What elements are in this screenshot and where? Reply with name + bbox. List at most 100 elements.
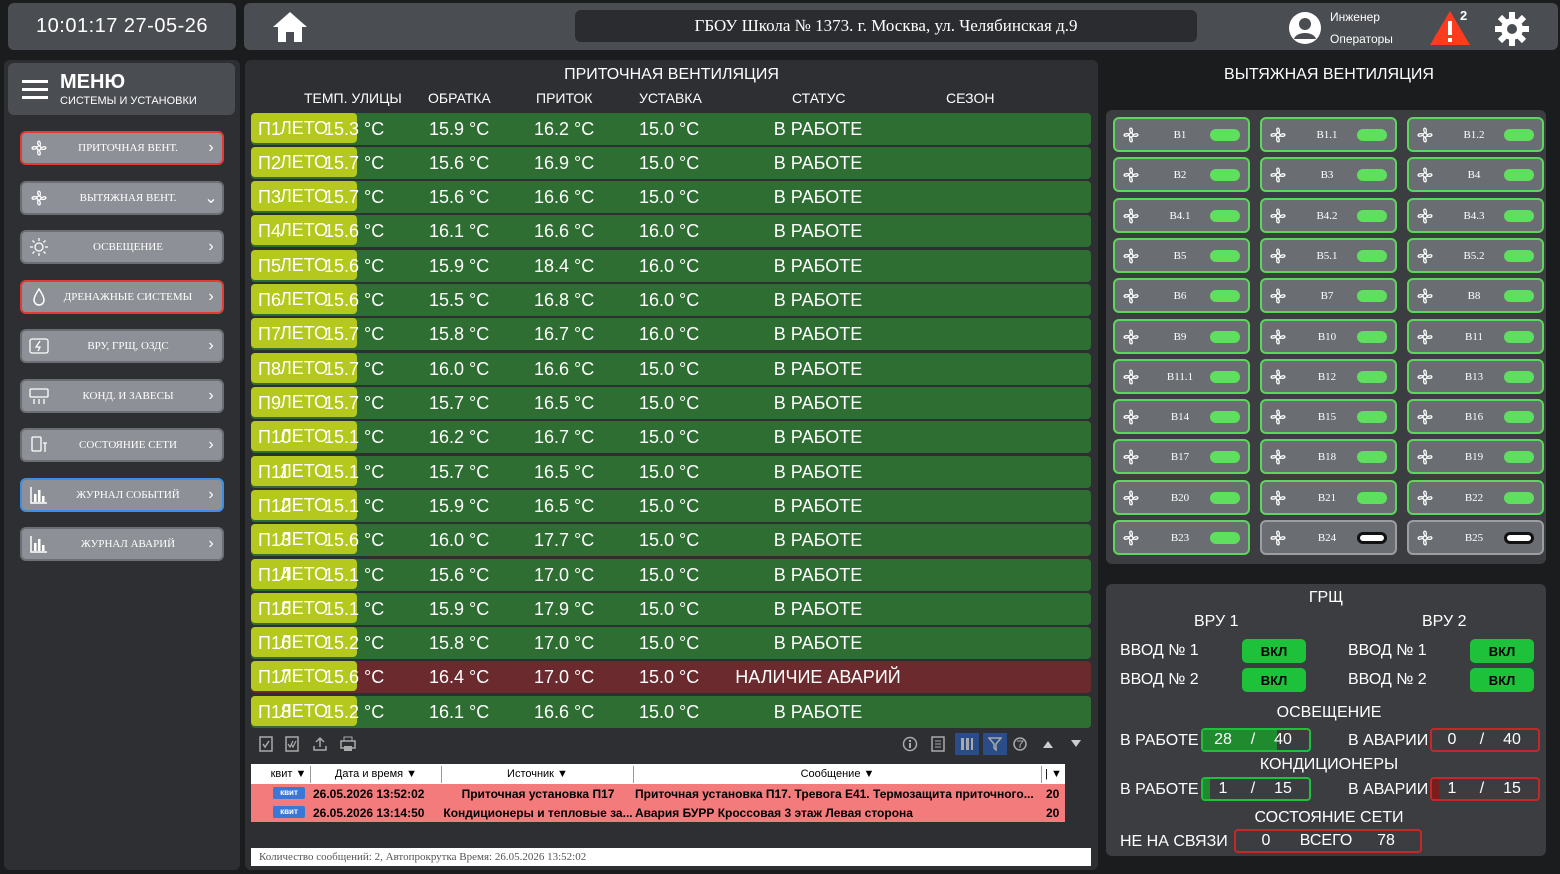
sidebar-item-4[interactable]: ДРЕНАЖНЫЕ СИСТЕМЫ › bbox=[20, 279, 224, 314]
col-priority[interactable]: | ▼ bbox=[1042, 766, 1065, 783]
fan-toggle[interactable] bbox=[1357, 249, 1387, 262]
fan-toggle[interactable] bbox=[1210, 330, 1240, 343]
exhaust-fan-tile[interactable]: В4.1 bbox=[1113, 197, 1250, 233]
fan-toggle[interactable] bbox=[1357, 169, 1387, 182]
vru2-input2-button[interactable]: ВКЛ bbox=[1470, 668, 1534, 692]
fan-toggle[interactable] bbox=[1210, 169, 1240, 182]
sidebar-item-6[interactable]: КОНД. И ЗАВЕСЫ › bbox=[20, 378, 224, 413]
fan-toggle[interactable] bbox=[1504, 411, 1534, 424]
exhaust-fan-tile[interactable]: В14 bbox=[1113, 399, 1250, 435]
vru2-input1-button[interactable]: ВКЛ bbox=[1470, 639, 1534, 663]
fan-toggle[interactable] bbox=[1504, 290, 1534, 303]
fan-toggle[interactable] bbox=[1210, 129, 1240, 141]
fan-toggle[interactable] bbox=[1504, 169, 1534, 182]
exhaust-fan-tile[interactable]: В4.3 bbox=[1407, 197, 1544, 233]
home-icon[interactable] bbox=[270, 10, 310, 44]
ack-icon[interactable] bbox=[257, 735, 275, 753]
fan-toggle[interactable] bbox=[1210, 249, 1240, 262]
supply-row[interactable]: П9 15.7 °C 15.7 °C 16.5 °C 15.0 °C В РАБ… bbox=[251, 387, 1091, 419]
fan-toggle[interactable] bbox=[1210, 290, 1240, 303]
fan-toggle[interactable] bbox=[1504, 370, 1534, 383]
fan-toggle[interactable] bbox=[1210, 491, 1240, 504]
exhaust-fan-tile[interactable]: В19 bbox=[1407, 439, 1544, 475]
col-datetime[interactable]: Дата и время ▼ bbox=[311, 766, 442, 783]
fan-toggle[interactable] bbox=[1357, 209, 1387, 222]
ack-all-icon[interactable] bbox=[283, 735, 301, 753]
scroll-up-icon[interactable] bbox=[1039, 735, 1057, 753]
fan-toggle[interactable] bbox=[1357, 290, 1387, 303]
menu-header[interactable]: МЕНЮ СИСТЕМЫ И УСТАНОВКИ bbox=[8, 63, 235, 115]
export-icon[interactable] bbox=[311, 735, 329, 753]
info-icon[interactable] bbox=[901, 735, 919, 753]
exhaust-fan-tile[interactable]: В16 bbox=[1407, 399, 1544, 435]
exhaust-fan-tile[interactable]: В12 bbox=[1260, 358, 1397, 394]
fan-toggle[interactable] bbox=[1210, 532, 1240, 544]
exhaust-fan-tile[interactable]: В5.1 bbox=[1260, 237, 1397, 273]
user-icon[interactable] bbox=[1288, 11, 1322, 45]
exhaust-fan-tile[interactable]: В17 bbox=[1113, 439, 1250, 475]
col-source[interactable]: Источник ▼ bbox=[442, 766, 634, 783]
supply-row[interactable]: П15 15.1 °C 15.9 °C 17.9 °C 15.0 °C В РА… bbox=[251, 593, 1091, 625]
vru1-input2-button[interactable]: ВКЛ bbox=[1242, 668, 1306, 692]
event-row[interactable]: квит 26.05.2026 13:14:50 Кондиционеры и … bbox=[251, 803, 1065, 822]
refresh-filter-icon[interactable] bbox=[1011, 735, 1029, 753]
exhaust-fan-tile[interactable]: В3 bbox=[1260, 157, 1397, 193]
fan-toggle[interactable] bbox=[1357, 532, 1387, 544]
exhaust-fan-tile[interactable]: В20 bbox=[1113, 479, 1250, 515]
exhaust-fan-tile[interactable]: В9 bbox=[1113, 318, 1250, 354]
exhaust-fan-tile[interactable]: В4.2 bbox=[1260, 197, 1397, 233]
exhaust-fan-tile[interactable]: В25 bbox=[1407, 520, 1544, 555]
exhaust-fan-tile[interactable]: В2 bbox=[1113, 157, 1250, 193]
fan-toggle[interactable] bbox=[1357, 411, 1387, 424]
fan-toggle[interactable] bbox=[1210, 451, 1240, 464]
exhaust-fan-tile[interactable]: В5.2 bbox=[1407, 237, 1544, 273]
report-icon[interactable] bbox=[929, 735, 947, 753]
fan-toggle[interactable] bbox=[1210, 209, 1240, 222]
supply-row[interactable]: П3 15.7 °C 15.6 °C 16.6 °C 15.0 °C В РАБ… bbox=[251, 181, 1091, 213]
exhaust-fan-tile[interactable]: В15 bbox=[1260, 399, 1397, 435]
sidebar-item-7[interactable]: СОСТОЯНИЕ СЕТИ › bbox=[20, 428, 224, 462]
exhaust-fan-tile[interactable]: В23 bbox=[1113, 520, 1250, 555]
supply-row[interactable]: П14 15.1 °C 15.6 °C 17.0 °C 15.0 °C В РА… bbox=[251, 559, 1091, 591]
fan-toggle[interactable] bbox=[1357, 491, 1387, 504]
supply-row[interactable]: П1 15.3 °C 15.9 °C 16.2 °C 15.0 °C В РАБ… bbox=[251, 113, 1091, 145]
supply-row[interactable]: П10 15.1 °C 16.2 °C 16.7 °C 15.0 °C В РА… bbox=[251, 421, 1091, 453]
exhaust-fan-tile[interactable]: В22 bbox=[1407, 479, 1544, 515]
print-icon[interactable] bbox=[339, 735, 357, 753]
col-ack[interactable]: квит ▼ bbox=[267, 766, 311, 783]
event-row[interactable]: квит 26.05.2026 13:52:02 Приточная устан… bbox=[251, 784, 1065, 803]
exhaust-fan-tile[interactable]: В6 bbox=[1113, 278, 1250, 314]
exhaust-fan-tile[interactable]: В5 bbox=[1113, 237, 1250, 273]
fan-toggle[interactable] bbox=[1210, 370, 1240, 383]
exhaust-fan-tile[interactable]: В13 bbox=[1407, 358, 1544, 394]
supply-row[interactable]: П12 15.1 °C 15.9 °C 16.5 °C 15.0 °C В РА… bbox=[251, 490, 1091, 522]
exhaust-fan-tile[interactable]: В21 bbox=[1260, 479, 1397, 515]
filter-icon[interactable] bbox=[983, 733, 1007, 755]
col-message[interactable]: Сообщение ▼ bbox=[634, 766, 1042, 783]
supply-row[interactable]: П11 15.1 °C 15.7 °C 16.5 °C 15.0 °C В РА… bbox=[251, 456, 1091, 488]
supply-row[interactable]: П8 15.7 °C 16.0 °C 16.6 °C 15.0 °C В РАБ… bbox=[251, 353, 1091, 385]
fan-toggle[interactable] bbox=[1504, 532, 1534, 544]
supply-row[interactable]: П2 15.7 °C 15.6 °C 16.9 °C 15.0 °C В РАБ… bbox=[251, 147, 1091, 179]
sidebar-item-8[interactable]: ЖУРНАЛ СОБЫТИЙ › bbox=[20, 477, 224, 512]
fan-toggle[interactable] bbox=[1504, 330, 1534, 343]
fan-toggle[interactable] bbox=[1504, 451, 1534, 464]
sidebar-item-5[interactable]: ВРУ, ГРЩ, ОЗДС › bbox=[20, 329, 224, 363]
exhaust-fan-tile[interactable]: В11.1 bbox=[1113, 358, 1250, 394]
exhaust-fan-tile[interactable]: В10 bbox=[1260, 318, 1397, 354]
supply-row[interactable]: П17 15.6 °C 16.4 °C 17.0 °C 15.0 °C НАЛИ… bbox=[251, 661, 1091, 693]
supply-row[interactable]: П18 15.2 °C 16.1 °C 16.6 °C 15.0 °C В РА… bbox=[251, 696, 1091, 728]
supply-row[interactable]: П7 15.7 °C 15.8 °C 16.7 °C 16.0 °C В РАБ… bbox=[251, 318, 1091, 350]
fan-toggle[interactable] bbox=[1504, 129, 1534, 141]
fan-toggle[interactable] bbox=[1504, 249, 1534, 262]
vru1-input1-button[interactable]: ВКЛ bbox=[1242, 639, 1306, 663]
exhaust-fan-tile[interactable]: В11 bbox=[1407, 318, 1544, 354]
sidebar-item-9[interactable]: ЖУРНАЛ АВАРИЙ › bbox=[20, 527, 224, 561]
exhaust-fan-tile[interactable]: В18 bbox=[1260, 439, 1397, 475]
fan-toggle[interactable] bbox=[1504, 491, 1534, 504]
exhaust-fan-tile[interactable]: В4 bbox=[1407, 157, 1544, 193]
sidebar-item-1[interactable]: ПРИТОЧНАЯ ВЕНТ. › bbox=[20, 131, 224, 165]
exhaust-fan-tile[interactable]: В1 bbox=[1113, 117, 1250, 152]
exhaust-fan-tile[interactable]: В24 bbox=[1260, 520, 1397, 555]
fan-toggle[interactable] bbox=[1210, 411, 1240, 424]
